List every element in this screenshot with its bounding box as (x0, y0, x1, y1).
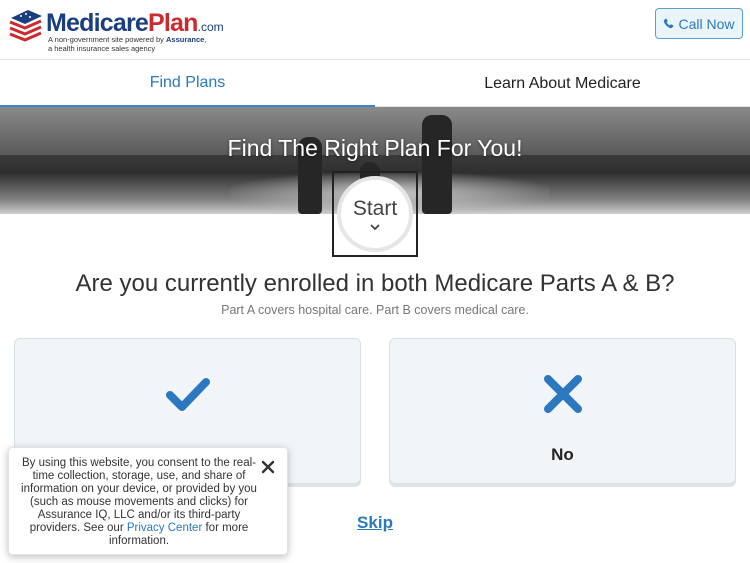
option-no-label: No (551, 445, 574, 464)
call-now-label: Call Now (678, 15, 735, 32)
site-header: MedicarePlan.com A non-government site p… (0, 0, 750, 60)
option-no-card[interactable]: No (389, 338, 736, 484)
checkmark-icon (166, 378, 210, 411)
hero-title: Find The Right Plan For You! (227, 135, 523, 161)
start-circle: Start (337, 176, 413, 252)
main-tabs: Find Plans Learn About Medicare (0, 61, 750, 107)
flag-logo-icon (9, 10, 42, 42)
logo-word-suffix: .com (197, 20, 224, 34)
question-subtitle: Part A covers hospital care. Part B cove… (221, 303, 529, 317)
start-label: Start (352, 196, 398, 220)
tagline-brand: Assurance (166, 35, 205, 44)
privacy-center-link[interactable]: Privacy Center (127, 522, 202, 534)
consent-popup: By using this website, you consent to th… (8, 447, 288, 555)
tab-learn-about-medicare[interactable]: Learn About Medicare (375, 61, 750, 107)
logo-word-primary: Medicare (46, 9, 149, 37)
question-title: Are you currently enrolled in both Medic… (75, 270, 675, 297)
start-button[interactable]: Start (332, 171, 418, 257)
close-icon[interactable] (261, 460, 275, 474)
hero-figure-adult-right (422, 115, 452, 214)
chevron-down-icon (370, 224, 380, 230)
x-mark-icon (544, 375, 582, 413)
consent-text: By using this website, you consent to th… (19, 457, 259, 548)
logo-word-secondary: Plan (148, 9, 198, 37)
skip-link[interactable]: Skip (340, 513, 410, 533)
medicareplan-logo[interactable]: MedicarePlan.com A non-government site p… (8, 6, 228, 54)
phone-icon (664, 18, 674, 29)
tagline-suffix: , (204, 35, 207, 44)
logo-tagline: A non-government site powered by Assuran… (48, 35, 207, 53)
call-now-button[interactable]: Call Now (655, 8, 743, 39)
tagline-line2: a health insurance sales agency (48, 43, 156, 53)
tab-find-plans[interactable]: Find Plans (0, 61, 375, 107)
